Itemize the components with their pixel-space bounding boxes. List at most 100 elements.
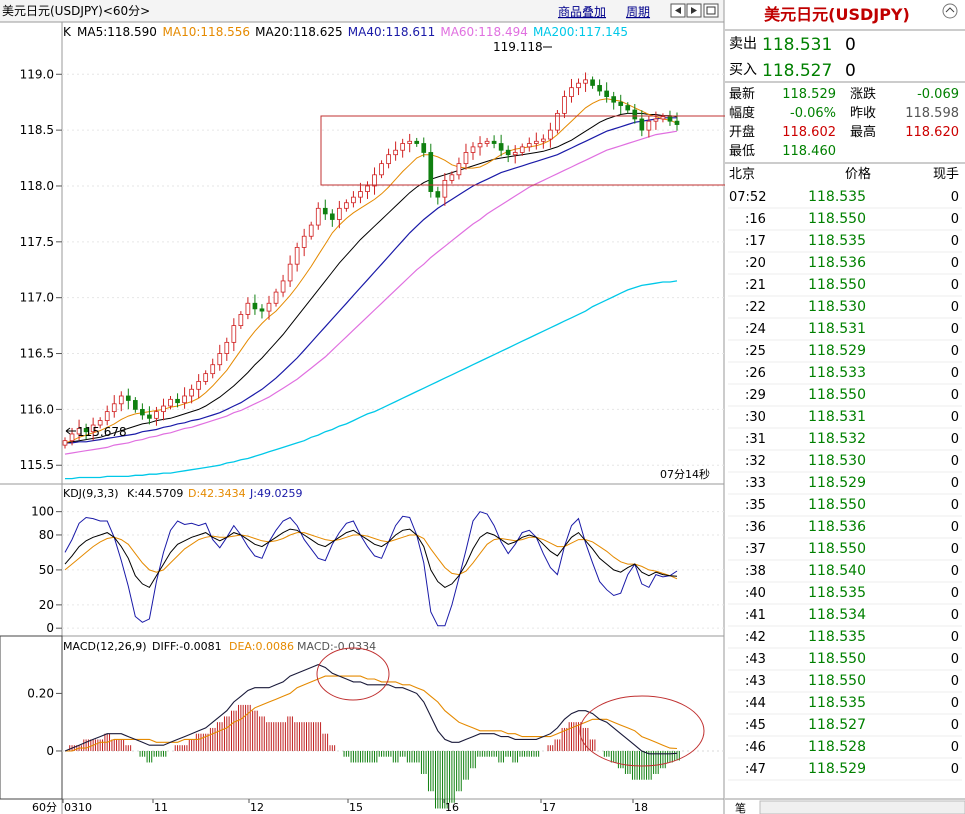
tick-volume: 0: [951, 718, 959, 733]
chart-title: 美元日元(USDJPY)<60分>: [2, 4, 150, 18]
candle-body: [231, 325, 237, 343]
candle-body: [421, 143, 427, 153]
tick-time: :21: [745, 278, 766, 293]
candle-body: [597, 85, 602, 92]
macd-y-tick-label: 0.20: [27, 686, 54, 700]
tick-time: :36: [745, 520, 766, 535]
candle-body: [168, 398, 173, 407]
overlay-button[interactable]: 商品叠加: [558, 4, 606, 19]
ma200-line: [65, 280, 678, 480]
ticks-header-price: 价格: [845, 166, 871, 182]
tick-time: :40: [745, 586, 766, 601]
tick-price: 118.532: [808, 431, 866, 447]
tick-time: :33: [745, 476, 766, 491]
tick-time: :45: [745, 718, 766, 733]
candle-body: [625, 105, 631, 111]
price-y-tick-label: 116.5: [20, 347, 54, 361]
sell-price: 118.531: [762, 35, 832, 55]
tick-volume: 0: [951, 762, 959, 777]
candle-body: [147, 414, 152, 419]
candle-body: [519, 146, 525, 153]
stat-value: 118.620: [905, 125, 959, 140]
candle-body: [463, 152, 469, 165]
macd-legend: MACD(12,26,9) DIFF:-0.0081 DEA:0.0086 MA…: [63, 640, 376, 653]
tick-time: :37: [745, 542, 766, 557]
usdjpy-chart[interactable]: 美元日元(USDJPY)<60分> 商品叠加 周期 K MA5:118.590 MA…: [0, 0, 965, 814]
tick-scroll-bar[interactable]: [759, 800, 965, 814]
tick-price: 118.535: [808, 629, 866, 645]
candle-body: [548, 129, 553, 140]
candle-body: [484, 140, 490, 144]
x-axis-labels: 0310 11 12 15 16 17 18: [62, 799, 648, 814]
x-axis-period: 60分: [32, 801, 57, 814]
tick-price: 118.540: [808, 563, 866, 579]
x-axis-label: 16: [445, 801, 459, 814]
kdj-j-line: [64, 511, 678, 627]
tick-price: 118.550: [808, 651, 866, 667]
tick-volume: 0: [951, 476, 959, 491]
tick-volume: 0: [951, 278, 959, 293]
price-y-tick-label: 115.5: [20, 458, 54, 472]
candle-body: [287, 263, 293, 282]
price-y-tick-label: 119.0: [20, 67, 54, 81]
tick-time: :47: [745, 762, 766, 777]
ma200-polyline: [65, 280, 678, 480]
tick-time: :17: [745, 234, 766, 249]
tick-volume: 0: [951, 256, 959, 271]
buy-price: 118.527: [762, 61, 832, 81]
tick-time: :42: [745, 630, 766, 645]
candle-body: [604, 90, 609, 98]
stat-label: 昨收: [850, 106, 876, 121]
x-axis-label: 12: [250, 801, 264, 814]
tick-time: :31: [745, 432, 766, 447]
nav-left-button[interactable]: [670, 3, 686, 18]
sell-label: 卖出: [729, 36, 757, 52]
tick-price: 118.530: [808, 453, 866, 469]
x-axis-label: 15: [349, 801, 363, 814]
tick-volume: 0: [951, 454, 959, 469]
bar-countdown: 07分14秒: [660, 467, 710, 481]
macd-dea-value: DEA:0.0086: [229, 640, 294, 653]
ma-legend-item: MA5:118.590: [77, 25, 157, 39]
collapse-button[interactable]: [942, 3, 958, 19]
candle-body: [118, 395, 124, 405]
candle-body: [477, 143, 483, 148]
tick-price: 118.535: [808, 233, 866, 249]
tick-time: :46: [745, 740, 766, 755]
tick-volume: 0: [951, 586, 959, 601]
maximize-button[interactable]: [703, 3, 719, 18]
candlestick-series: [62, 72, 680, 449]
candle-body: [505, 149, 511, 156]
tick-volume: 0: [951, 190, 959, 205]
candle-body: [315, 207, 321, 226]
candle-body: [428, 152, 434, 192]
candle-body: [280, 280, 286, 293]
quote-title: 美元日元(USDJPY): [764, 5, 910, 24]
macd-label: MACD(12,26,9): [63, 640, 147, 653]
candle-body: [189, 388, 194, 397]
candle-body: [69, 433, 75, 442]
price-y-tick-label: 116.0: [20, 402, 54, 416]
candle-body: [470, 146, 476, 153]
tick-price: 118.535: [808, 189, 866, 205]
ma60-line: [64, 130, 678, 455]
tick-price: 118.535: [808, 695, 866, 711]
candle-body: [533, 140, 539, 144]
tick-time: :38: [745, 564, 766, 579]
candle-body: [618, 101, 624, 106]
candle-body: [562, 96, 567, 114]
candle-body: [358, 191, 363, 198]
ma40-polyline: [65, 117, 677, 444]
period-button[interactable]: 周期: [626, 5, 650, 19]
tick-price: 118.550: [808, 541, 866, 557]
ma-legend-item: K: [63, 25, 72, 39]
tick-price: 118.530: [808, 299, 866, 315]
tick-price: 118.550: [808, 277, 866, 293]
stat-label: 最低: [729, 144, 755, 159]
candle-body: [329, 213, 335, 220]
tick-volume: 0: [951, 300, 959, 315]
tick-volume: 0: [951, 498, 959, 513]
kdj-legend: KDJ(9,3,3) K:44.5709 D:42.3434 J:49.0259: [63, 487, 302, 500]
nav-right-button[interactable]: [686, 3, 702, 18]
x-axis-label: 18: [634, 801, 648, 814]
